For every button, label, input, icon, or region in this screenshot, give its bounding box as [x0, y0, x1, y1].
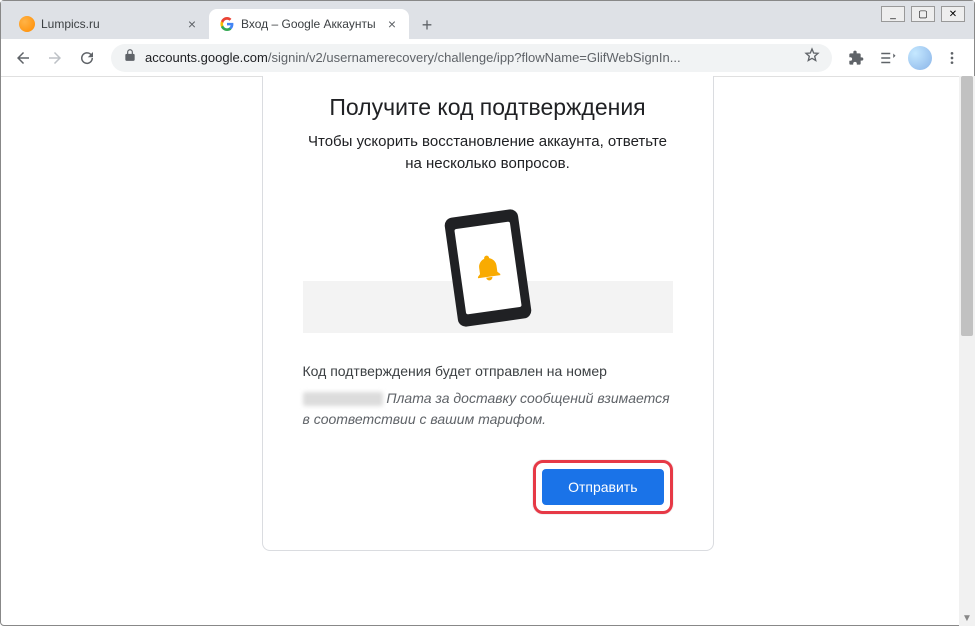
reload-button[interactable]	[73, 44, 101, 72]
forward-button[interactable]	[41, 44, 69, 72]
extensions-icon[interactable]	[842, 44, 870, 72]
tab-title: Lumpics.ru	[41, 17, 179, 31]
menu-icon[interactable]	[938, 44, 966, 72]
phone-illustration	[303, 203, 673, 333]
profile-avatar[interactable]	[906, 44, 934, 72]
card-title: Получите код подтверждения	[303, 94, 673, 121]
tab-strip: Lumpics.ru × Вход – Google Аккаунты × +	[1, 1, 974, 39]
browser-toolbar: accounts.google.com/signin/v2/usernamere…	[1, 39, 974, 77]
lock-icon	[123, 48, 137, 67]
recovery-card: Получите код подтверждения Чтобы ускорит…	[262, 76, 714, 551]
close-icon[interactable]: ×	[385, 17, 399, 31]
scrollbar[interactable]: ▲ ▼	[959, 76, 975, 626]
close-icon[interactable]: ×	[185, 17, 199, 31]
scrollbar-thumb[interactable]	[961, 76, 973, 336]
tab-google-signin[interactable]: Вход – Google Аккаунты ×	[209, 9, 409, 39]
url-text: accounts.google.com/signin/v2/usernamere…	[145, 50, 796, 65]
window-minimize-button[interactable]: _	[881, 6, 905, 22]
back-button[interactable]	[9, 44, 37, 72]
bell-icon	[471, 251, 505, 285]
reading-list-icon[interactable]	[874, 44, 902, 72]
fee-note: Плата за доставку сообщений взимается в …	[303, 388, 673, 430]
window-close-button[interactable]: ✕	[941, 6, 965, 22]
google-icon	[219, 16, 235, 32]
send-button[interactable]: Отправить	[542, 469, 663, 505]
tab-lumpics[interactable]: Lumpics.ru ×	[9, 9, 209, 39]
redacted-phone	[303, 392, 383, 406]
tab-title: Вход – Google Аккаунты	[241, 17, 379, 31]
highlight-annotation: Отправить	[533, 460, 672, 514]
window-maximize-button[interactable]: ▢	[911, 6, 935, 22]
card-subtitle: Чтобы ускорить восстановление аккаунта, …	[303, 131, 673, 175]
verification-description: Код подтверждения будет отправлен на ном…	[303, 361, 673, 382]
new-tab-button[interactable]: +	[413, 11, 441, 39]
scroll-down-arrow[interactable]: ▼	[959, 610, 975, 626]
orange-icon	[19, 16, 35, 32]
page-content: ▲ ▼ Получите код подтверждения Чтобы уск…	[0, 76, 975, 626]
star-icon[interactable]	[804, 47, 820, 68]
address-bar[interactable]: accounts.google.com/signin/v2/usernamere…	[111, 44, 832, 72]
